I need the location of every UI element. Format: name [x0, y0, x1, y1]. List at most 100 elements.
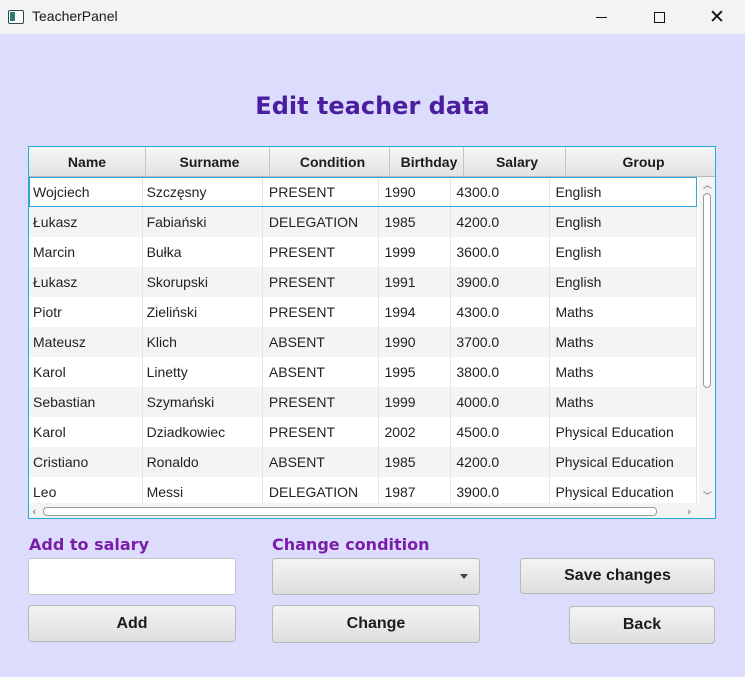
maximize-button[interactable] — [636, 0, 682, 34]
cell-surname[interactable]: Szczęsny — [143, 177, 263, 207]
cell-name[interactable]: Łukasz — [29, 207, 143, 237]
table-row[interactable]: Piotr Zieliński PRESENT 1994 4300.0 Maths — [29, 297, 697, 327]
cell-group[interactable]: English — [550, 267, 697, 297]
table-row[interactable]: Łukasz Fabiański DELEGATION 1985 4200.0 Engli… — [29, 207, 697, 237]
cell-salary[interactable]: 3700.0 — [451, 327, 551, 357]
scroll-down-icon[interactable]: ﹀ — [703, 489, 712, 502]
vertical-scrollbar[interactable]: ︿ ﹀ — [699, 177, 715, 503]
cell-condition[interactable]: PRESENT — [263, 177, 380, 207]
column-header-condition[interactable]: Condition — [270, 147, 390, 176]
cell-condition[interactable]: PRESENT — [263, 237, 380, 267]
cell-salary[interactable]: 4000.0 — [451, 387, 551, 417]
title-bar[interactable]: TeacherPanel ✕ — [0, 0, 745, 34]
cell-birthday[interactable]: 1985 — [379, 207, 452, 237]
table-row[interactable]: Karol Dziadkowiec PRESENT 2002 4500.0 Physica… — [29, 417, 697, 447]
cell-group[interactable]: Physical Education — [550, 417, 697, 447]
cell-salary[interactable]: 4200.0 — [451, 447, 551, 477]
cell-condition[interactable]: PRESENT — [263, 267, 380, 297]
table-row[interactable]: Wojciech Szczęsny PRESENT 1990 4300.0 English — [29, 177, 697, 207]
cell-name[interactable]: Piotr — [29, 297, 143, 327]
change-button[interactable]: Change — [272, 605, 480, 643]
cell-group[interactable]: Physical Education — [550, 447, 697, 477]
cell-birthday[interactable]: 1990 — [379, 177, 452, 207]
cell-salary[interactable]: 3900.0 — [451, 267, 551, 297]
cell-surname[interactable]: Klich — [143, 327, 263, 357]
cell-surname[interactable]: Skorupski — [143, 267, 263, 297]
cell-group[interactable]: Maths — [550, 297, 697, 327]
cell-condition[interactable]: PRESENT — [263, 417, 380, 447]
table-row[interactable]: Leo Messi DELEGATION 1987 3900.0 Physical Edu… — [29, 477, 697, 503]
scroll-up-icon[interactable]: ︿ — [703, 178, 712, 191]
cell-name[interactable]: Cristiano — [29, 447, 143, 477]
cell-surname[interactable]: Ronaldo — [143, 447, 263, 477]
cell-salary[interactable]: 4500.0 — [451, 417, 551, 447]
table-row[interactable]: Marcin Bułka PRESENT 1999 3600.0 English — [29, 237, 697, 267]
cell-surname[interactable]: Dziadkowiec — [143, 417, 263, 447]
cell-birthday[interactable]: 1990 — [379, 327, 452, 357]
cell-name[interactable]: Łukasz — [29, 267, 143, 297]
cell-salary[interactable]: 4300.0 — [451, 297, 551, 327]
cell-name[interactable]: Marcin — [29, 237, 143, 267]
column-header-surname[interactable]: Surname — [146, 147, 270, 176]
cell-birthday[interactable]: 1991 — [379, 267, 452, 297]
cell-salary[interactable]: 3900.0 — [451, 477, 551, 503]
minimize-button[interactable] — [578, 0, 624, 34]
close-button[interactable]: ✕ — [694, 0, 740, 34]
table-row[interactable]: Mateusz Klich ABSENT 1990 3700.0 Maths — [29, 327, 697, 357]
cell-surname[interactable]: Bułka — [143, 237, 263, 267]
cell-condition[interactable]: DELEGATION — [263, 477, 380, 503]
cell-group[interactable]: English — [550, 177, 697, 207]
table-row[interactable]: Karol Linetty ABSENT 1995 3800.0 Maths — [29, 357, 697, 387]
cell-salary[interactable]: 4200.0 — [451, 207, 551, 237]
cell-condition[interactable]: ABSENT — [263, 357, 380, 387]
back-button[interactable]: Back — [569, 606, 715, 644]
cell-birthday[interactable]: 1995 — [379, 357, 452, 387]
cell-birthday[interactable]: 1999 — [379, 237, 452, 267]
table-row[interactable]: Łukasz Skorupski PRESENT 1991 3900.0 English — [29, 267, 697, 297]
cell-birthday[interactable]: 1999 — [379, 387, 452, 417]
scroll-left-icon[interactable]: ‹ — [32, 505, 36, 518]
cell-group[interactable]: Maths — [550, 327, 697, 357]
column-header-name[interactable]: Name — [29, 147, 146, 176]
cell-salary[interactable]: 3800.0 — [451, 357, 551, 387]
cell-salary[interactable]: 4300.0 — [451, 177, 551, 207]
cell-name[interactable]: Karol — [29, 357, 143, 387]
cell-condition[interactable]: DELEGATION — [263, 207, 380, 237]
cell-condition[interactable]: ABSENT — [263, 447, 380, 477]
condition-dropdown[interactable] — [272, 558, 480, 595]
cell-surname[interactable]: Zieliński — [143, 297, 263, 327]
cell-group[interactable]: English — [550, 237, 697, 267]
cell-surname[interactable]: Fabiański — [143, 207, 263, 237]
cell-birthday[interactable]: 1987 — [379, 477, 452, 503]
table-row[interactable]: Cristiano Ronaldo ABSENT 1985 4200.0 Physical… — [29, 447, 697, 477]
salary-input[interactable] — [28, 558, 236, 595]
horizontal-scrollbar[interactable]: ‹ › — [29, 503, 715, 518]
cell-salary[interactable]: 3600.0 — [451, 237, 551, 267]
cell-group[interactable]: Maths — [550, 357, 697, 387]
save-changes-button[interactable]: Save changes — [520, 558, 715, 594]
cell-name[interactable]: Mateusz — [29, 327, 143, 357]
vertical-scroll-thumb[interactable] — [703, 193, 711, 388]
horizontal-scroll-thumb[interactable] — [43, 507, 657, 516]
cell-name[interactable]: Wojciech — [29, 177, 143, 207]
column-header-group[interactable]: Group — [566, 147, 715, 176]
column-header-birthday[interactable]: Birthday — [390, 147, 464, 176]
cell-surname[interactable]: Messi — [143, 477, 263, 503]
table-row[interactable]: Sebastian Szymański PRESENT 1999 4000.0 Maths — [29, 387, 697, 417]
cell-group[interactable]: Physical Education — [550, 477, 697, 503]
add-button[interactable]: Add — [28, 605, 236, 642]
cell-group[interactable]: English — [550, 207, 697, 237]
cell-surname[interactable]: Szymański — [143, 387, 263, 417]
cell-condition[interactable]: PRESENT — [263, 387, 380, 417]
cell-birthday[interactable]: 2002 — [379, 417, 452, 447]
cell-birthday[interactable]: 1985 — [379, 447, 452, 477]
cell-birthday[interactable]: 1994 — [379, 297, 452, 327]
cell-surname[interactable]: Linetty — [143, 357, 263, 387]
cell-name[interactable]: Leo — [29, 477, 143, 503]
teacher-table[interactable]: Name Surname Condition Birthday Salary G… — [28, 146, 716, 519]
cell-group[interactable]: Maths — [550, 387, 697, 417]
cell-condition[interactable]: PRESENT — [263, 297, 380, 327]
cell-name[interactable]: Sebastian — [29, 387, 143, 417]
column-header-salary[interactable]: Salary — [464, 147, 566, 176]
scroll-right-icon[interactable]: › — [687, 505, 691, 518]
